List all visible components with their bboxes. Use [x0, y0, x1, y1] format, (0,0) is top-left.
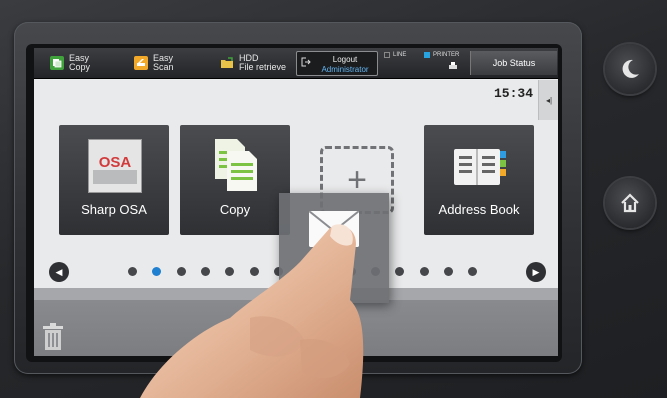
printer-icon [448, 62, 457, 70]
copy-icon [213, 137, 259, 193]
hdd-line2: File retrieve [239, 62, 287, 72]
easy-scan-icon [134, 56, 148, 70]
page-dot[interactable] [249, 267, 259, 276]
osa-logo-icon: OSA [88, 139, 142, 193]
mail-label: Mail [315, 271, 339, 286]
page-dot[interactable] [419, 267, 429, 276]
page-dot[interactable] [395, 267, 405, 276]
copy-tile[interactable]: Copy [180, 125, 290, 235]
collapse-arrow-icon: ◂| [545, 95, 553, 105]
touch-screen[interactable]: Easy Copy Easy Scan HDD File retrieve Lo… [34, 48, 558, 356]
printer-panel: Easy Copy Easy Scan HDD File retrieve Lo… [0, 0, 667, 398]
sharp-osa-tile[interactable]: OSA Sharp OSA [59, 125, 169, 235]
arrow-left-icon[interactable]: ◀ [49, 262, 69, 282]
line-status-box [384, 52, 390, 58]
printer-label: PRINTER [433, 52, 460, 58]
hdd-file-retrieve-button[interactable]: HDD File retrieve [220, 53, 286, 73]
osa-logo-text: OSA [99, 154, 132, 171]
page-dot[interactable] [200, 267, 210, 276]
logout-label: Logout [332, 55, 358, 64]
side-panel-toggle[interactable]: ◂| [538, 80, 558, 120]
printer-indicator: PRINTER [424, 52, 459, 58]
home-icon[interactable] [605, 178, 655, 228]
mail-tile-dragging[interactable]: Mail [279, 193, 389, 303]
logout-button[interactable]: Logout Administrator [296, 51, 378, 76]
line-indicator: LINE [384, 52, 406, 58]
printer-status-box [424, 52, 430, 58]
envelope-icon [309, 211, 359, 247]
page-dot[interactable] [225, 267, 235, 276]
trash-icon[interactable] [42, 323, 64, 351]
easy-copy-button[interactable]: Easy Copy [50, 53, 90, 73]
page-dot[interactable] [468, 267, 478, 276]
address-book-icon [452, 147, 508, 187]
logout-icon [301, 57, 311, 67]
page-dot[interactable] [152, 267, 162, 276]
folder-icon [220, 56, 234, 70]
easy-scan-line2: Scan [153, 62, 174, 72]
arrow-right-icon[interactable]: ▶ [526, 262, 546, 282]
logged-in-user: Administrator [321, 65, 369, 74]
easy-scan-button[interactable]: Easy Scan [134, 53, 174, 73]
copy-label: Copy [219, 202, 251, 217]
job-status-button[interactable]: Job Status [470, 51, 557, 75]
sharp-osa-label: Sharp OSA [81, 202, 147, 217]
address-book-tile[interactable]: Address Book [424, 125, 534, 235]
clock: 15:34 [494, 86, 534, 101]
page-dot[interactable] [128, 267, 137, 276]
status-bar: Easy Copy Easy Scan HDD File retrieve Lo… [34, 48, 558, 79]
line-label: LINE [393, 52, 407, 58]
page-dot[interactable] [176, 267, 186, 276]
page-dot[interactable] [443, 267, 453, 276]
easy-copy-line2: Copy [69, 62, 91, 72]
easy-copy-icon [50, 56, 64, 70]
address-book-label: Address Book [438, 202, 520, 217]
moon-icon[interactable] [605, 44, 655, 94]
